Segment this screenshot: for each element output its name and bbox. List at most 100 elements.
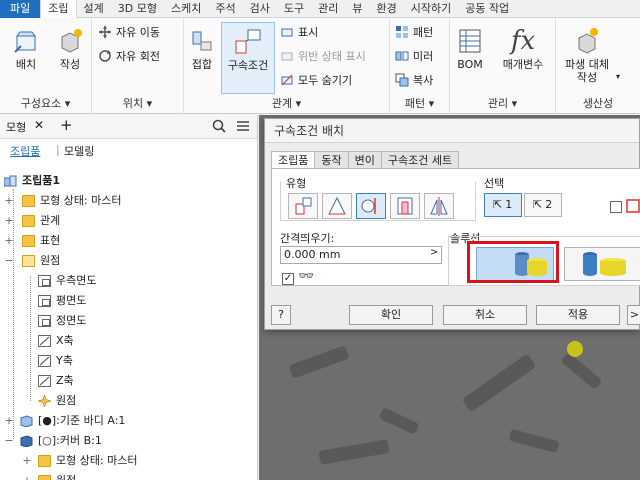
tree-label: 모형 상태: 마스터 bbox=[40, 194, 122, 207]
browser-model-tab[interactable]: 모형 bbox=[6, 119, 26, 135]
expand-icon[interactable]: + bbox=[4, 211, 14, 231]
panel-productivity-title[interactable]: 생산성 bbox=[556, 95, 640, 111]
tab-manage[interactable]: 관리 bbox=[311, 0, 345, 18]
panel-manage-title[interactable]: 관리 ▾ bbox=[450, 95, 555, 111]
insert-type-button[interactable] bbox=[390, 193, 420, 219]
tree-item-center-point[interactable]: 원점 bbox=[0, 391, 258, 411]
parameters-button[interactable]: fx 매개변수 bbox=[492, 26, 554, 71]
tab-assembly[interactable]: 조립품 bbox=[271, 151, 316, 169]
tab-environments[interactable]: 환경 bbox=[369, 0, 403, 18]
tab-transitional[interactable]: 변이 bbox=[347, 151, 382, 169]
offset-input[interactable]: 0.000 mm bbox=[280, 246, 442, 264]
help-button[interactable]: ? bbox=[271, 305, 291, 325]
expand-icon[interactable]: + bbox=[22, 451, 32, 471]
cancel-button[interactable]: 취소 bbox=[443, 305, 527, 325]
symmetry-type-button[interactable] bbox=[424, 193, 454, 219]
tab-motion[interactable]: 동작 bbox=[314, 151, 349, 169]
expand-icon[interactable]: + bbox=[22, 471, 32, 480]
highlight-frame bbox=[467, 241, 559, 283]
folder-icon bbox=[38, 475, 51, 480]
show-sick-button[interactable]: 위반 상태 표시 bbox=[280, 48, 366, 66]
constraint-button[interactable]: 구속조건 bbox=[221, 22, 275, 94]
tree-item-cover-origin[interactable]: + 원점 bbox=[0, 471, 258, 480]
tab-design[interactable]: 설계 bbox=[77, 0, 111, 18]
free-rotate-button[interactable]: 자유 회전 bbox=[98, 48, 160, 66]
tree-item-relationships[interactable]: + 관계 bbox=[0, 211, 258, 231]
tangent-type-button[interactable] bbox=[356, 193, 386, 219]
tree-label: Y축 bbox=[56, 354, 73, 367]
menu-icon[interactable] bbox=[236, 119, 250, 133]
collapse-icon[interactable]: − bbox=[4, 251, 14, 271]
joint-button[interactable]: 접합 bbox=[186, 26, 218, 71]
tab-inspect[interactable]: 검사 bbox=[243, 0, 277, 18]
apply-button[interactable]: 적용 bbox=[536, 305, 620, 325]
ok-button[interactable]: 확인 bbox=[349, 305, 433, 325]
tab-file[interactable]: 파일 bbox=[0, 0, 41, 18]
tree-item-x-axis[interactable]: X축 bbox=[0, 331, 258, 351]
more-button[interactable]: > bbox=[627, 305, 640, 325]
mate-type-button[interactable] bbox=[288, 193, 318, 219]
tree-item-xy-plane[interactable]: 정면도 bbox=[0, 311, 258, 331]
model-browser: 모형 ✕ + 조립품 | 모델링 조립품1 + 모형 상태: 마스터 + 관계 … bbox=[0, 115, 258, 480]
tree-item-z-axis[interactable]: Z축 bbox=[0, 371, 258, 391]
solution-inside-button[interactable] bbox=[564, 247, 640, 281]
tree-item-yz-plane[interactable]: 우측면도 bbox=[0, 271, 258, 291]
offset-arrow-icon[interactable]: > bbox=[430, 247, 438, 258]
angle-type-button[interactable] bbox=[322, 193, 352, 219]
tree-item-xz-plane[interactable]: 평면도 bbox=[0, 291, 258, 311]
tab-sketch[interactable]: 스케치 bbox=[164, 0, 208, 18]
panel-position-title[interactable]: 위치 ▾ bbox=[92, 95, 183, 111]
tree-item-model-state[interactable]: + 모형 상태: 마스터 bbox=[0, 191, 258, 211]
panel-component-title[interactable]: 구성요소 ▾ bbox=[0, 95, 91, 111]
tab-collaborate[interactable]: 공동 작업 bbox=[458, 0, 516, 18]
place-button[interactable]: 배치 bbox=[6, 26, 46, 71]
copy-button[interactable]: 복사 bbox=[395, 72, 433, 90]
add-browser-icon[interactable]: + bbox=[60, 116, 73, 134]
derived-dropdown-icon: ▾ bbox=[615, 72, 620, 81]
tree-item-representations[interactable]: + 표현 bbox=[0, 231, 258, 251]
tab-constraint-set[interactable]: 구속조건 세트 bbox=[380, 151, 460, 169]
pattern-button[interactable]: 패턴 bbox=[395, 24, 433, 42]
show-preview-checkbox[interactable]: ✓ bbox=[282, 273, 294, 285]
tree-item-assembly[interactable]: 조립품1 bbox=[0, 171, 258, 191]
create-button[interactable]: 작성 bbox=[50, 26, 90, 71]
cursor-icon: ⇱ bbox=[533, 198, 543, 211]
insert-icon bbox=[397, 197, 413, 215]
subtab-assembly[interactable]: 조립품 bbox=[10, 143, 40, 159]
tree-item-base-body[interactable]: + [●]:기준 바디 A:1 bbox=[0, 411, 258, 431]
tree-item-origin[interactable]: − 원점 bbox=[0, 251, 258, 271]
tree-item-y-axis[interactable]: Y축 bbox=[0, 351, 258, 371]
joint-icon bbox=[192, 31, 212, 51]
tree-item-cover-model-state[interactable]: + 모형 상태: 마스터 bbox=[0, 451, 258, 471]
collapse-icon[interactable]: − bbox=[4, 431, 14, 451]
expand-icon[interactable]: + bbox=[4, 411, 14, 431]
bom-button[interactable]: BOM bbox=[452, 26, 488, 71]
tab-annotate[interactable]: 주석 bbox=[208, 0, 242, 18]
subtab-modeling[interactable]: 모델링 bbox=[64, 143, 94, 159]
axis-icon bbox=[38, 375, 51, 387]
show-button[interactable]: 표시 bbox=[280, 24, 318, 42]
tab-tools[interactable]: 도구 bbox=[277, 0, 311, 18]
panel-pattern: 패턴 미러 복사 패턴 ▾ bbox=[390, 18, 450, 114]
tab-get-started[interactable]: 시작하기 bbox=[404, 0, 458, 18]
expand-icon[interactable]: + bbox=[4, 191, 14, 211]
browser-subtabs: 조립품 | 모델링 bbox=[0, 139, 257, 161]
tree-item-cover[interactable]: − [○]:커버 B:1 bbox=[0, 431, 258, 451]
free-move-button[interactable]: 자유 이동 bbox=[98, 24, 160, 42]
pick-part-first-checkbox[interactable] bbox=[610, 201, 622, 213]
plane-icon bbox=[38, 275, 51, 287]
tab-view[interactable]: 뷰 bbox=[345, 0, 369, 18]
expand-icon[interactable]: + bbox=[4, 231, 14, 251]
mirror-button[interactable]: 미러 bbox=[395, 48, 433, 66]
panel-pattern-title[interactable]: 패턴 ▾ bbox=[390, 95, 449, 111]
hide-all-button[interactable]: 모두 숨기기 bbox=[280, 72, 352, 90]
select-1-button[interactable]: ⇱ 1 bbox=[484, 193, 522, 217]
search-icon[interactable] bbox=[212, 119, 226, 133]
select-2-button[interactable]: ⇱ 2 bbox=[524, 193, 562, 217]
tab-3d-model[interactable]: 3D 모형 bbox=[111, 0, 164, 18]
tab-assemble[interactable]: 조립 bbox=[40, 0, 77, 18]
panel-relationships-title[interactable]: 관계 ▾ bbox=[184, 95, 389, 111]
close-icon[interactable]: ✕ bbox=[34, 118, 44, 132]
derived-substitute-button[interactable]: 파생 대체 작성 ▾ bbox=[558, 26, 620, 84]
mirror-label: 미러 bbox=[413, 50, 434, 63]
